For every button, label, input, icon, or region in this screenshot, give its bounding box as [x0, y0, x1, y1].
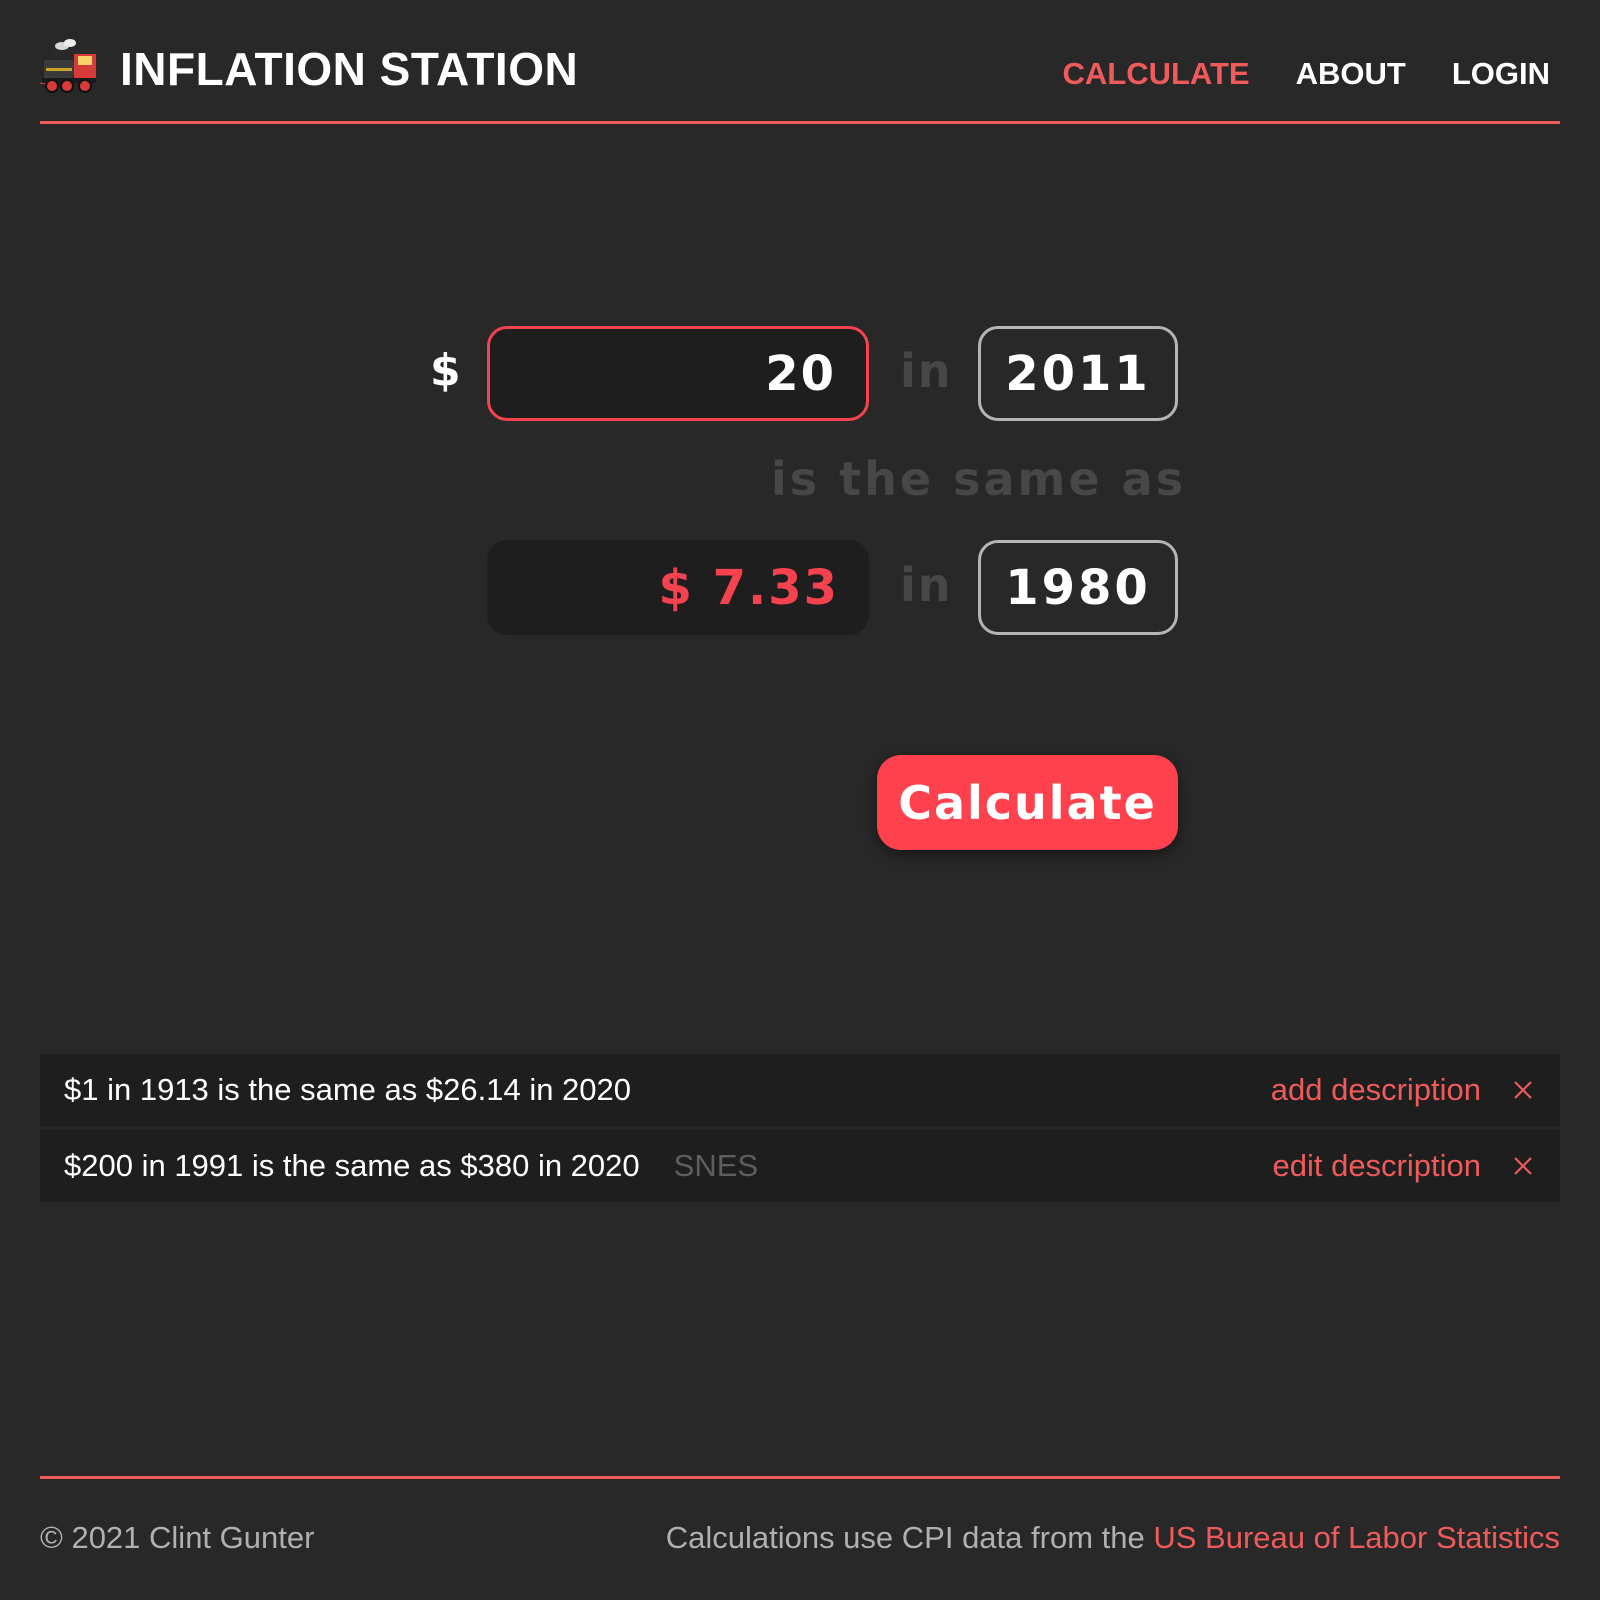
history-item-text: $200 in 1991 is the same as $380 in 2020 — [64, 1148, 640, 1183]
history-item-description: SNES — [673, 1148, 759, 1183]
bls-link[interactable]: US Bureau of Labor Statistics — [1153, 1520, 1560, 1555]
history-item-text: $1 in 1913 is the same as $26.14 in 2020 — [64, 1072, 632, 1107]
close-icon[interactable] — [1512, 1155, 1534, 1177]
main-nav: CALCULATE ABOUT LOGIN — [1062, 56, 1550, 92]
data-credit: Calculations use CPI data from the US Bu… — [666, 1520, 1560, 1556]
locomotive-icon[interactable] — [40, 38, 98, 94]
nav-about[interactable]: ABOUT — [1296, 56, 1406, 92]
data-credit-text: Calculations use CPI data from the — [665, 1520, 1154, 1555]
copyright-text: © 2021 Clint Gunter — [40, 1520, 315, 1555]
close-icon[interactable] — [1512, 1079, 1534, 1101]
amount-input[interactable]: 20 — [487, 326, 869, 421]
history-item: $200 in 1991 is the same as $380 in 2020… — [40, 1130, 1560, 1202]
nav-login[interactable]: LOGIN — [1452, 56, 1550, 92]
add-description-link[interactable]: add description — [1271, 1072, 1481, 1108]
nav-calculate[interactable]: CALCULATE — [1062, 56, 1249, 92]
from-year-input[interactable]: 2011 — [978, 326, 1178, 421]
currency-symbol: $ — [430, 345, 461, 396]
result-value: $ 7.33 — [487, 540, 869, 635]
same-as-label: is the same as — [771, 452, 1187, 506]
header: INFLATION STATION CALCULATE ABOUT LOGIN — [40, 0, 1560, 124]
in-label: in — [900, 558, 953, 612]
history-list: $1 in 1913 is the same as $26.14 in 2020… — [40, 1054, 1560, 1206]
history-item: $1 in 1913 is the same as $26.14 in 2020… — [40, 1054, 1560, 1126]
in-label: in — [900, 344, 953, 398]
edit-description-link[interactable]: edit description — [1272, 1148, 1481, 1184]
footer-divider — [40, 1476, 1560, 1479]
brand-title[interactable]: INFLATION STATION — [120, 42, 578, 96]
calculate-button[interactable]: Calculate — [877, 755, 1178, 850]
to-year-input[interactable]: 1980 — [978, 540, 1178, 635]
page: INFLATION STATION CALCULATE ABOUT LOGIN … — [0, 0, 1600, 1600]
